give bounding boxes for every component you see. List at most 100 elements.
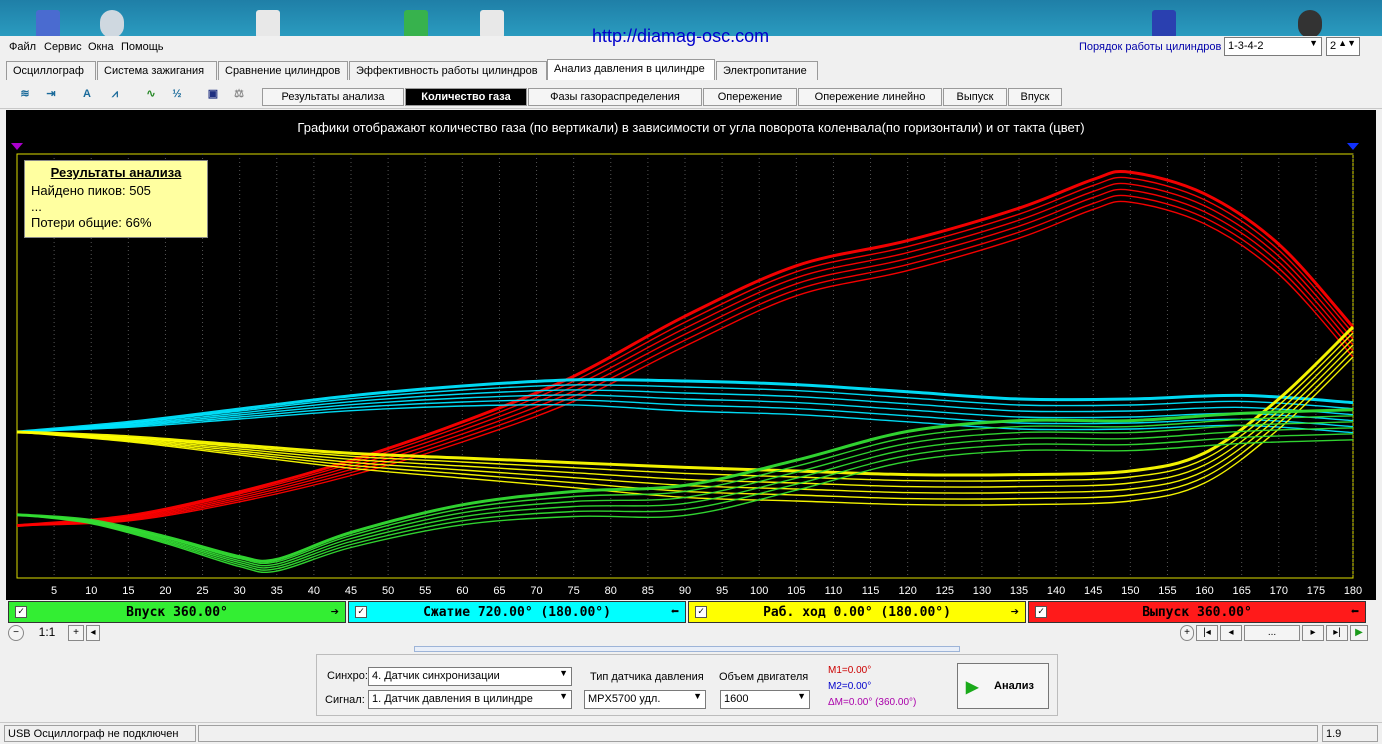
oscilloscope-icon[interactable]: ≋	[14, 83, 36, 105]
zoom-in-right-icon[interactable]: +	[1180, 625, 1194, 641]
tab-cylinder-compare[interactable]: Сравнение цилиндров	[218, 61, 348, 80]
marker-m2-triangle	[1347, 143, 1359, 150]
series-line	[16, 169, 1355, 528]
results-ellipsis: ...	[31, 199, 42, 214]
algorithm-icon[interactable]: ½	[166, 83, 188, 105]
x-tick-label: 40	[308, 585, 320, 597]
tab-ignition[interactable]: Система зажигания	[97, 61, 217, 80]
site-url[interactable]: http://diamag-osc.com	[592, 26, 769, 47]
desktop-icon	[100, 10, 124, 36]
desktop-icon	[1298, 10, 1322, 36]
cylinder-order-label: Порядок работы цилиндров	[1079, 41, 1222, 53]
subtab-results[interactable]: Результаты анализа	[262, 88, 404, 106]
results-losses: Потери общие: 66%	[31, 215, 152, 230]
x-tick-label: 70	[530, 585, 542, 597]
subtab-intake[interactable]: Впуск	[1008, 88, 1062, 106]
auto-icon[interactable]: A	[76, 83, 98, 105]
subtab-gas-amount[interactable]: Количество газа	[405, 88, 527, 106]
subtab-advance-linear[interactable]: Опережение линейно	[798, 88, 942, 106]
menu-file[interactable]: Файл	[9, 41, 36, 53]
x-tick-label: 115	[862, 585, 880, 597]
x-tick-label: 150	[1121, 585, 1139, 597]
chevron-down-icon: ▼	[797, 691, 806, 701]
stroke-bar-compression[interactable]: ✓ Сжатие 720.00° (180.00°) ⬅	[348, 601, 686, 623]
tab-power-supply[interactable]: Электропитание	[716, 61, 818, 80]
menu-windows[interactable]: Окна	[88, 41, 114, 53]
arrow-right-icon[interactable]: ➔	[331, 604, 339, 620]
chevron-down-icon: ▼	[559, 691, 568, 701]
x-tick-label: 25	[196, 585, 208, 597]
sync-select[interactable]: 4. Датчик синхронизации ▼	[368, 667, 572, 686]
stroke-bar-exhaust[interactable]: ✓ Выпуск 360.00° ⬅	[1028, 601, 1366, 623]
signal-select[interactable]: 1. Датчик давления в цилиндре ▼	[368, 690, 572, 709]
desktop-icon	[480, 10, 504, 36]
tab-cylinder-efficiency[interactable]: Эффективность работы цилиндров	[349, 61, 547, 80]
prev-page-icon[interactable]: ◂	[1220, 625, 1242, 641]
cylinder-order-select[interactable]: 1-3-4-2 ▼	[1224, 37, 1322, 56]
menu-service[interactable]: Сервис	[44, 41, 82, 53]
sync-value: 4. Датчик синхронизации	[372, 670, 500, 682]
stroke-label: Выпуск 360.00°	[1142, 605, 1252, 620]
panel-splitter[interactable]	[414, 646, 960, 652]
x-tick-label: 130	[973, 585, 991, 597]
x-tick-label: 180	[1344, 585, 1362, 597]
zoom-scroll-row: − 1:1 + ◂ + |◂ ◂ ... ▸ ▸| ▶	[6, 624, 1376, 642]
zoom-in-icon[interactable]: +	[68, 625, 84, 641]
first-page-icon[interactable]: |◂	[1196, 625, 1218, 641]
tab-pressure-analysis[interactable]: Анализ давления в цилиндре	[547, 59, 715, 80]
x-tick-label: 100	[750, 585, 768, 597]
arrow-left-icon[interactable]: ⬅	[1351, 604, 1359, 620]
series-line	[16, 188, 1354, 527]
subtab-advance[interactable]: Опережение	[703, 88, 797, 106]
last-page-icon[interactable]: ▸|	[1326, 625, 1348, 641]
stroke-bar-power[interactable]: ✓ Раб. ход 0.00° (180.00°) ➔	[688, 601, 1026, 623]
menu-help[interactable]: Помощь	[121, 41, 164, 53]
x-tick-label: 20	[159, 585, 171, 597]
results-peaks: Найдено пиков: 505	[31, 183, 151, 198]
play-icon[interactable]: ▶	[1350, 625, 1368, 641]
cylinder-count-value: 2	[1330, 40, 1337, 52]
results-box: Результаты анализа Найдено пиков: 505 ..…	[24, 160, 208, 238]
x-tick-label: 165	[1232, 585, 1250, 597]
results-title: Результаты анализа	[50, 165, 182, 180]
arrow-left-icon[interactable]: ⬅	[671, 604, 679, 620]
x-tick-label: 5	[51, 585, 57, 597]
subtab-exhaust[interactable]: Выпуск	[943, 88, 1007, 106]
compare-icon[interactable]: ⚖	[228, 83, 250, 105]
x-tick-label: 55	[419, 585, 431, 597]
marker-delta: ΔM=0.00° (360.00°)	[828, 697, 917, 708]
x-tick-label: 120	[898, 585, 916, 597]
desktop-icon	[36, 10, 60, 36]
sensor-type-select[interactable]: MPX5700 удл. ▼	[584, 690, 706, 709]
trend-icon[interactable]: ∿	[140, 83, 162, 105]
chart-area[interactable]: Графики отображают количество газа (по в…	[6, 110, 1376, 600]
measure-icon[interactable]: ⇥	[40, 83, 62, 105]
play-icon: ▶	[966, 679, 979, 696]
tab-oscilloscope[interactable]: Осциллограф	[6, 61, 96, 80]
waveform-icon[interactable]: ⩘	[104, 83, 126, 105]
stroke-label: Сжатие 720.00° (180.00°)	[423, 605, 611, 620]
subtab-valve-timing[interactable]: Фазы газораспределения	[528, 88, 702, 106]
x-tick-label: 35	[271, 585, 283, 597]
marker-m1-triangle	[11, 143, 23, 150]
plot-canvas[interactable]: 5 10 15 20 25 30 35 40 45 50 55 60 65 70 75 80 85 90 95 100…	[6, 110, 1376, 600]
status-panel-empty	[198, 725, 1318, 742]
engine-volume-select[interactable]: 1600 ▼	[720, 690, 810, 709]
series-line	[16, 194, 1354, 527]
version-label: 1.9	[1322, 725, 1378, 742]
analyze-button[interactable]: ▶ Анализ	[957, 663, 1049, 709]
stroke-label: Раб. ход 0.00° (180.00°)	[763, 605, 951, 620]
x-tick-label: 105	[787, 585, 805, 597]
arrow-right-icon[interactable]: ➔	[1011, 604, 1019, 620]
scroll-left-icon[interactable]: ◂	[86, 625, 100, 641]
save-icon[interactable]: ▣	[202, 83, 224, 105]
sensor-type-value: MPX5700 удл.	[588, 693, 661, 705]
x-tick-label: 145	[1084, 585, 1102, 597]
zoom-out-icon[interactable]: −	[8, 625, 24, 641]
x-tick-label: 65	[493, 585, 505, 597]
cylinder-count-spinner[interactable]: 2 ▲▼	[1326, 37, 1360, 56]
analyze-label: Анализ	[994, 680, 1034, 692]
marker-m1: M1=0.00°	[828, 665, 872, 676]
next-page-icon[interactable]: ▸	[1302, 625, 1324, 641]
stroke-bar-intake[interactable]: ✓ Впуск 360.00° ➔	[8, 601, 346, 623]
